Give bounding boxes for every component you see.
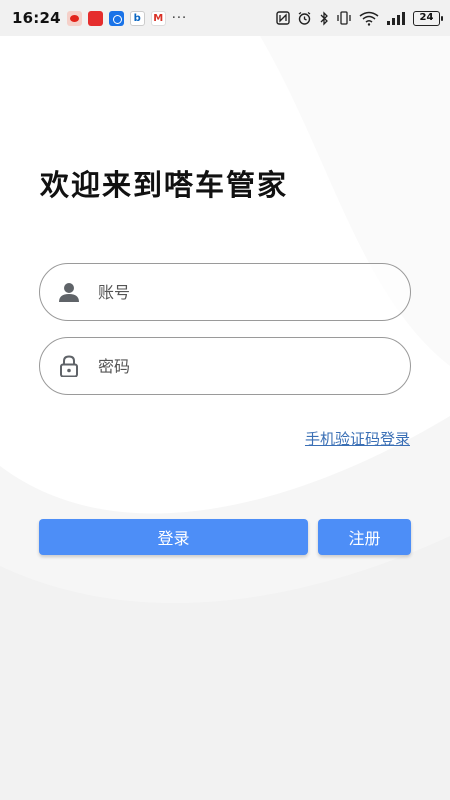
status-bar: 16:24 b M ··· 24 — [0, 0, 450, 36]
gmail-icon: M — [150, 10, 166, 26]
vibrate-icon — [337, 11, 351, 25]
user-icon — [58, 281, 80, 303]
login-button[interactable]: 登录 — [39, 519, 308, 555]
red-app-icon — [87, 10, 103, 26]
password-input[interactable] — [98, 346, 378, 386]
alarm-icon — [298, 11, 311, 25]
bing-icon: b — [129, 10, 145, 26]
signal-icon — [387, 11, 405, 25]
password-field[interactable] — [39, 337, 411, 395]
sms-login-link[interactable]: 手机验证码登录 — [305, 428, 410, 449]
lock-icon — [58, 355, 80, 377]
more-notifications-icon: ··· — [171, 10, 188, 26]
register-button[interactable]: 注册 — [318, 519, 411, 555]
blue-app-icon — [108, 10, 124, 26]
welcome-title: 欢迎来到嗒车管家 — [40, 168, 289, 202]
background-wave — [0, 36, 450, 800]
username-input[interactable] — [98, 272, 378, 312]
username-field[interactable] — [39, 263, 411, 321]
nfc-icon — [276, 11, 290, 25]
bluetooth-icon — [320, 10, 328, 26]
weibo-icon — [66, 10, 82, 26]
battery-icon: 24 — [413, 10, 443, 26]
wifi-icon — [359, 11, 379, 26]
status-time: 16:24 — [12, 9, 61, 27]
